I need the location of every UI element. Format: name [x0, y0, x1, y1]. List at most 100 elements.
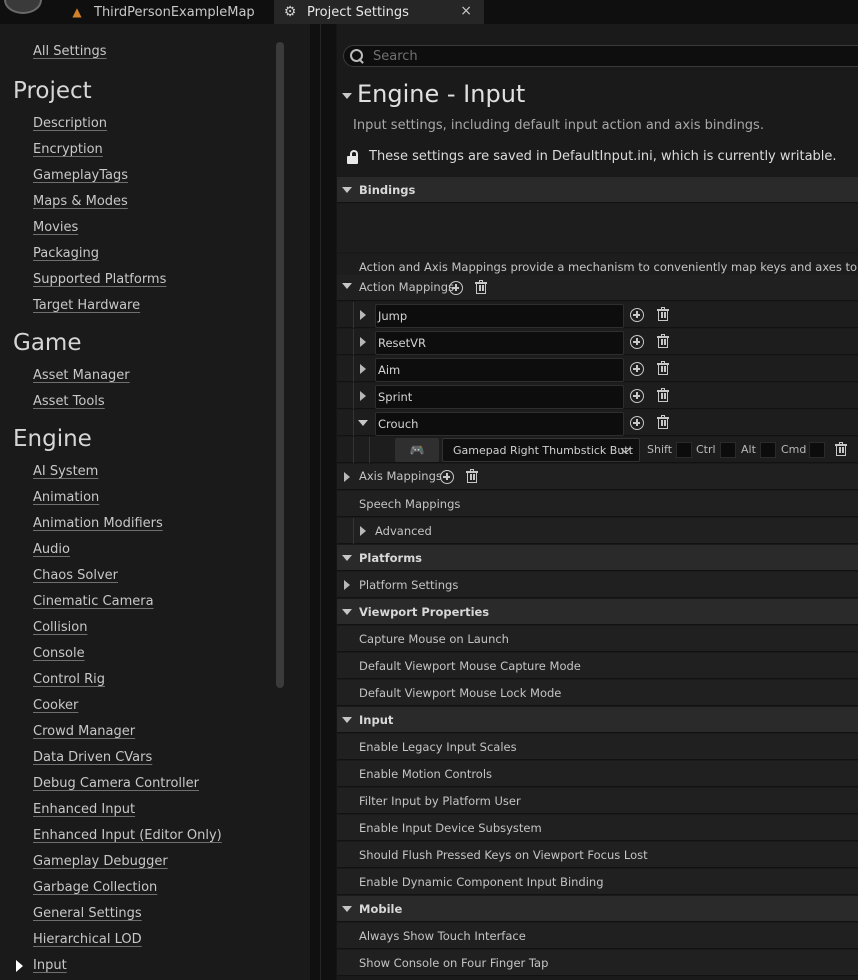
delete-action-icon[interactable]	[657, 415, 669, 430]
property-row[interactable]: Enable Legacy Input Scales	[337, 734, 858, 760]
expand-icon[interactable]	[360, 337, 366, 347]
sidebar-item-asset-tools[interactable]: Asset Tools	[33, 394, 105, 409]
property-label: Capture Mouse on Launch	[359, 632, 509, 646]
delete-action-icon[interactable]	[657, 307, 669, 322]
expand-icon[interactable]	[360, 310, 366, 320]
sidebar-item-description[interactable]: Description	[33, 116, 107, 131]
sidebar-item-target-hardware[interactable]: Target Hardware	[33, 298, 140, 313]
section-viewport-properties[interactable]: Viewport Properties	[337, 599, 858, 625]
sidebar-item-chaos-solver[interactable]: Chaos Solver	[33, 568, 118, 583]
action-mappings-row[interactable]: Action Mappings	[337, 275, 858, 301]
add-key-icon[interactable]	[630, 308, 644, 322]
delete-all-axes-icon[interactable]	[466, 469, 478, 484]
sidebar-item-hierarchical-lod[interactable]: Hierarchical LOD	[33, 932, 142, 947]
section-bindings[interactable]: Bindings	[337, 177, 858, 203]
delete-action-icon[interactable]	[657, 361, 669, 376]
sidebar-item-debug-camera-controller[interactable]: Debug Camera Controller	[33, 776, 199, 791]
sidebar-item-all-settings[interactable]: All Settings	[33, 44, 107, 59]
action-name-field[interactable]: Aim	[375, 358, 624, 382]
action-name-field[interactable]: ResetVR	[375, 331, 624, 355]
axis-mappings-row[interactable]: Axis Mappings	[337, 464, 858, 490]
panel-splitter[interactable]	[310, 24, 336, 980]
sidebar-item-animation-modifiers[interactable]: Animation Modifiers	[33, 516, 163, 531]
key-selector[interactable]: Gamepad Right Thumbstick Butt	[442, 438, 640, 462]
sidebar-item-input[interactable]: Input	[33, 958, 67, 973]
property-row[interactable]: Default Viewport Mouse Lock Mode	[337, 680, 858, 706]
sidebar-item-cinematic-camera[interactable]: Cinematic Camera	[33, 594, 154, 609]
property-row[interactable]: Always Show Touch Interface	[337, 923, 858, 949]
expand-icon[interactable]	[360, 391, 366, 401]
sidebar-item-ai-system[interactable]: AI System	[33, 464, 98, 479]
sidebar-item-cooker[interactable]: Cooker	[33, 698, 78, 713]
sidebar-item-collision[interactable]: Collision	[33, 620, 87, 635]
property-label: Default Viewport Mouse Lock Mode	[359, 686, 562, 700]
action-name-field[interactable]: Jump	[375, 304, 624, 328]
sidebar-scrollbar[interactable]	[276, 42, 284, 688]
action-name-field[interactable]: Crouch	[375, 412, 624, 436]
property-row[interactable]: Capture Mouse on Launch	[337, 626, 858, 652]
property-row[interactable]: Default Viewport Mouse Capture Mode	[337, 653, 858, 679]
sidebar-item-gameplay-debugger[interactable]: Gameplay Debugger	[33, 854, 168, 869]
close-icon[interactable]: ×	[460, 3, 472, 19]
alt-checkbox[interactable]	[760, 442, 776, 458]
collapse-icon[interactable]	[358, 420, 368, 426]
section-platforms[interactable]: Platforms	[337, 545, 858, 571]
property-label: Enable Dynamic Component Input Binding	[359, 875, 604, 889]
sidebar-item-audio[interactable]: Audio	[33, 542, 70, 557]
sidebar-item-control-rig[interactable]: Control Rig	[33, 672, 105, 687]
add-key-icon[interactable]	[630, 389, 644, 403]
property-row[interactable]: Enable Dynamic Component Input Binding	[337, 869, 858, 895]
sidebar-item-encryption[interactable]: Encryption	[33, 142, 103, 157]
advanced-row[interactable]: Advanced	[337, 518, 858, 544]
section-mobile[interactable]: Mobile	[337, 896, 858, 922]
cmd-checkbox[interactable]	[809, 442, 825, 458]
collapse-title-icon[interactable]	[342, 93, 352, 99]
property-row[interactable]: Show Console on Four Finger Tap	[337, 950, 858, 976]
sidebar-item-supported-platforms[interactable]: Supported Platforms	[33, 272, 166, 287]
section-input[interactable]: Input	[337, 707, 858, 733]
add-axis-mapping-icon[interactable]	[440, 470, 454, 484]
delete-key-icon[interactable]	[835, 442, 847, 457]
sidebar-item-general-settings[interactable]: General Settings	[33, 906, 142, 921]
property-row[interactable]: Filter Input by Platform User	[337, 788, 858, 814]
sidebar-item-console[interactable]: Console	[33, 646, 85, 661]
sidebar-item-asset-manager[interactable]: Asset Manager	[33, 368, 130, 383]
sidebar-item-data-driven-cvars[interactable]: Data Driven CVars	[33, 750, 152, 765]
sidebar-item-garbage-collection[interactable]: Garbage Collection	[33, 880, 157, 895]
collapse-icon	[342, 906, 352, 912]
gamepad-icon[interactable]: 🎮	[395, 438, 439, 462]
collapse-icon	[342, 555, 352, 561]
action-name-field[interactable]: Sprint	[375, 385, 624, 409]
sidebar-item-movies[interactable]: Movies	[33, 220, 78, 235]
property-row[interactable]: Should Flush Pressed Keys on Viewport Fo…	[337, 842, 858, 868]
tab-third-person-map[interactable]: ▲ ThirdPersonExampleMap	[70, 0, 255, 24]
sidebar-item-enhanced-input-editor[interactable]: Enhanced Input (Editor Only)	[33, 828, 222, 843]
tab-project-settings[interactable]: ⚙ Project Settings ×	[274, 0, 484, 24]
action-mappings-label: Action Mappings	[359, 280, 455, 294]
sidebar-item-animation[interactable]: Animation	[33, 490, 99, 505]
platform-settings-row[interactable]: Platform Settings	[337, 572, 858, 598]
add-action-mapping-icon[interactable]	[449, 281, 463, 295]
delete-action-icon[interactable]	[657, 334, 669, 349]
property-row[interactable]: Enable Motion Controls	[337, 761, 858, 787]
sidebar-item-maps-modes[interactable]: Maps & Modes	[33, 194, 128, 209]
speech-mappings-row[interactable]: Speech Mappings	[337, 491, 858, 517]
tab-label: ThirdPersonExampleMap	[94, 4, 255, 20]
property-row[interactable]: Enable Input Device Subsystem	[337, 815, 858, 841]
search-input[interactable]	[373, 48, 813, 64]
add-key-icon[interactable]	[630, 362, 644, 376]
search-box[interactable]	[343, 45, 858, 67]
sidebar-item-packaging[interactable]: Packaging	[33, 246, 99, 261]
unreal-logo-icon[interactable]	[4, 0, 42, 14]
sidebar-item-enhanced-input[interactable]: Enhanced Input	[33, 802, 135, 817]
add-key-icon[interactable]	[630, 416, 644, 430]
delete-all-actions-icon[interactable]	[475, 280, 487, 295]
search-icon	[350, 49, 364, 63]
ctrl-checkbox[interactable]	[720, 442, 736, 458]
add-key-icon[interactable]	[630, 335, 644, 349]
sidebar-item-crowd-manager[interactable]: Crowd Manager	[33, 724, 135, 739]
sidebar-item-gameplaytags[interactable]: GameplayTags	[33, 168, 128, 183]
expand-icon[interactable]	[360, 364, 366, 374]
delete-action-icon[interactable]	[657, 388, 669, 403]
shift-checkbox[interactable]	[676, 442, 692, 458]
